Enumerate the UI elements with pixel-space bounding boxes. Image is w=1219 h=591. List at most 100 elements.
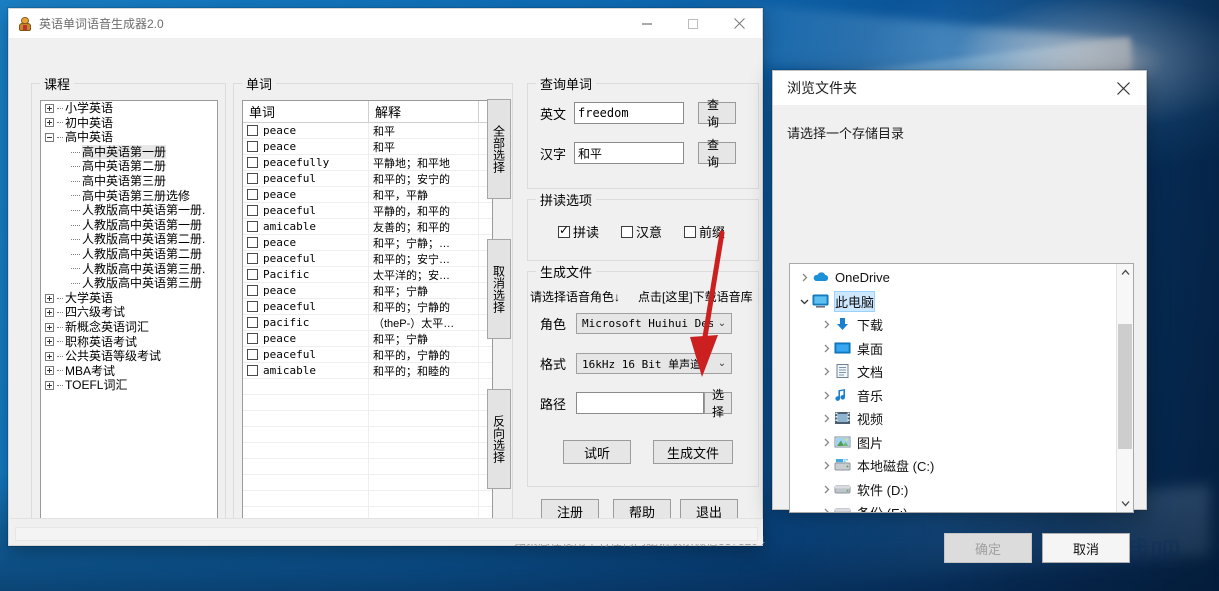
- expand-icon[interactable]: [45, 103, 54, 113]
- course-tree-node[interactable]: 人教版高中英语第二册: [41, 247, 217, 262]
- role-combobox[interactable]: Microsoft Huihui Deskt· ⌄: [576, 313, 732, 334]
- collapse-icon[interactable]: [45, 132, 54, 142]
- ok-button[interactable]: 确定: [944, 533, 1032, 563]
- maximize-icon[interactable]: [670, 9, 716, 39]
- row-checkbox[interactable]: [247, 141, 258, 152]
- course-tree-node[interactable]: TOEFL词汇: [41, 378, 217, 393]
- minimize-icon[interactable]: [624, 9, 670, 39]
- course-tree-node[interactable]: 初中英语: [41, 116, 217, 131]
- folder-tree-node[interactable]: OneDrive: [790, 266, 1116, 290]
- row-checkbox[interactable]: [247, 333, 258, 344]
- invert-selection-button[interactable]: 反向选择: [487, 389, 511, 489]
- table-row[interactable]: peace 和平；宁静: [243, 331, 492, 347]
- course-tree-node[interactable]: 人教版高中英语第一册.: [41, 203, 217, 218]
- cancel-button[interactable]: 取消: [1042, 533, 1130, 563]
- table-row[interactable]: pacific （theP-）太平…: [243, 315, 492, 331]
- table-row-empty[interactable]: [243, 411, 492, 427]
- course-tree-node[interactable]: 大学英语: [41, 291, 217, 306]
- course-tree-node[interactable]: 高中英语第三册: [41, 174, 217, 189]
- table-row-empty[interactable]: [243, 379, 492, 395]
- row-checkbox[interactable]: [247, 125, 258, 136]
- english-input[interactable]: freedom: [574, 102, 684, 124]
- table-row-empty[interactable]: [243, 427, 492, 443]
- course-tree-node[interactable]: 小学英语: [41, 101, 217, 116]
- chevron-right-icon[interactable]: [818, 367, 834, 376]
- row-checkbox[interactable]: [247, 189, 258, 200]
- path-input[interactable]: [576, 392, 704, 414]
- table-row[interactable]: Pacific 太平洋的；安…: [243, 267, 492, 283]
- expand-icon[interactable]: [45, 337, 54, 347]
- table-row-empty[interactable]: [243, 395, 492, 411]
- table-row-empty[interactable]: [243, 459, 492, 475]
- pronounce-option[interactable]: 前缀: [684, 222, 725, 241]
- pronounce-option[interactable]: 拼读: [558, 222, 599, 241]
- course-tree-node[interactable]: 高中英语第三册选修: [41, 189, 217, 204]
- row-checkbox[interactable]: [247, 221, 258, 232]
- close-icon[interactable]: [716, 9, 762, 39]
- word-table-column-header[interactable]: 解释: [369, 101, 479, 122]
- select-all-button[interactable]: 全部选择: [487, 99, 511, 199]
- chevron-right-icon[interactable]: [818, 508, 834, 512]
- chevron-down-icon[interactable]: ⌄: [713, 358, 731, 369]
- checkbox-icon[interactable]: [684, 225, 697, 238]
- generate-file-button[interactable]: 生成文件: [653, 440, 733, 464]
- folder-tree-node[interactable]: 备份 (E:): [790, 501, 1116, 512]
- chevron-right-icon[interactable]: [818, 461, 834, 470]
- chevron-right-icon[interactable]: [818, 344, 834, 353]
- pronounce-option[interactable]: 汉意: [621, 222, 662, 241]
- table-row[interactable]: peaceful 和平的；安宁的: [243, 171, 492, 187]
- chinese-query-button[interactable]: 查询: [698, 138, 736, 169]
- folder-tree-node[interactable]: 文档: [790, 360, 1116, 384]
- expand-icon[interactable]: [45, 366, 54, 376]
- folder-tree[interactable]: OneDrive 此电脑下载桌面文档音乐视频图片本地磁盘 (C:) 软件 (D:) 备…: [789, 263, 1134, 513]
- table-row[interactable]: peace 和平: [243, 123, 492, 139]
- format-combobox[interactable]: 16kHz 16 Bit 单声道 ⌄: [576, 353, 732, 374]
- course-tree-node[interactable]: 四六级考试: [41, 305, 217, 320]
- course-tree-node[interactable]: 高中英语第一册: [41, 144, 217, 160]
- table-row[interactable]: peaceful 和平的；宁静的: [243, 299, 492, 315]
- course-tree[interactable]: 小学英语 初中英语 高中英语 高中英语第一册 高中英语第二册 高中英语第三册 高中英语第三册…: [40, 100, 218, 521]
- table-row-empty[interactable]: [243, 475, 492, 491]
- table-row[interactable]: peace 和平；宁静: [243, 283, 492, 299]
- expand-icon[interactable]: [45, 351, 54, 361]
- title-bar[interactable]: 英语单词语音生成器2.0: [9, 9, 762, 39]
- chevron-right-icon[interactable]: [818, 414, 834, 423]
- row-checkbox[interactable]: [247, 205, 258, 216]
- course-tree-node[interactable]: 公共英语等级考试: [41, 349, 217, 364]
- table-row[interactable]: peacefully 平静地；和平地: [243, 155, 492, 171]
- chevron-right-icon[interactable]: [818, 391, 834, 400]
- table-row[interactable]: peace 和平，平静: [243, 187, 492, 203]
- dialog-close-icon[interactable]: [1100, 71, 1146, 106]
- deselect-button[interactable]: 取消选择: [487, 239, 511, 339]
- folder-tree-node[interactable]: 音乐: [790, 384, 1116, 408]
- row-checkbox[interactable]: [247, 301, 258, 312]
- table-row[interactable]: peaceful 平静的，和平的: [243, 203, 492, 219]
- chevron-right-icon[interactable]: [818, 438, 834, 447]
- folder-tree-node[interactable]: 图片: [790, 431, 1116, 455]
- row-checkbox[interactable]: [247, 269, 258, 280]
- vscroll-thumb[interactable]: [1118, 324, 1132, 449]
- chevron-right-icon[interactable]: [796, 273, 812, 282]
- table-row-empty[interactable]: [243, 491, 492, 507]
- course-tree-node[interactable]: 人教版高中英语第三册.: [41, 262, 217, 277]
- row-checkbox[interactable]: [247, 349, 258, 360]
- course-tree-node[interactable]: 人教版高中英语第二册.: [41, 232, 217, 247]
- preview-button[interactable]: 试听: [563, 440, 631, 464]
- course-tree-node[interactable]: 高中英语: [41, 130, 217, 145]
- expand-icon[interactable]: [45, 381, 54, 391]
- course-tree-node[interactable]: 人教版高中英语第三册: [41, 276, 217, 291]
- course-tree-node[interactable]: 新概念英语词汇: [41, 320, 217, 335]
- table-row-empty[interactable]: [243, 443, 492, 459]
- course-tree-node[interactable]: 人教版高中英语第一册: [41, 218, 217, 233]
- word-table-column-header[interactable]: 单词: [243, 101, 369, 122]
- course-tree-node[interactable]: 职称英语考试: [41, 335, 217, 350]
- chevron-right-icon[interactable]: [818, 320, 834, 329]
- folder-tree-node[interactable]: 桌面: [790, 337, 1116, 361]
- expand-icon[interactable]: [45, 293, 54, 303]
- folder-tree-node[interactable]: 视频: [790, 407, 1116, 431]
- folder-tree-node[interactable]: 此电脑: [790, 290, 1116, 314]
- folder-tree-list[interactable]: OneDrive 此电脑下载桌面文档音乐视频图片本地磁盘 (C:) 软件 (D:) 备…: [790, 264, 1116, 512]
- word-table[interactable]: 单词 解释 peace 和平 peace 和平 peacefully 平静地；和平地 peace…: [242, 100, 493, 531]
- row-checkbox[interactable]: [247, 173, 258, 184]
- row-checkbox[interactable]: [247, 157, 258, 168]
